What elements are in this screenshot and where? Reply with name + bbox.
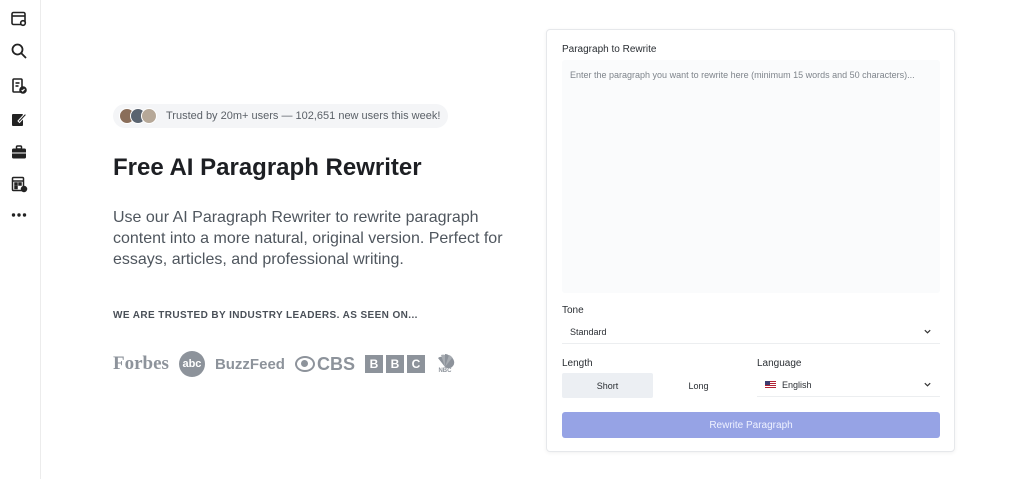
search-zoom-icon[interactable] xyxy=(9,41,29,61)
language-value: English xyxy=(782,379,812,390)
bbc-letter: C xyxy=(406,355,425,373)
browser-window-icon[interactable] xyxy=(9,9,29,29)
rewrite-form-card: Paragraph to Rewrite Tone Standard Lengt… xyxy=(546,29,955,452)
tone-label: Tone xyxy=(562,305,584,316)
trusted-by-heading: WE ARE TRUSTED BY INDUSTRY LEADERS. AS S… xyxy=(113,310,418,321)
tone-select[interactable]: Standard xyxy=(562,320,940,344)
rewrite-paragraph-button[interactable]: Rewrite Paragraph xyxy=(562,412,940,438)
length-long-button[interactable]: Long xyxy=(653,373,744,398)
bbc-letter: B xyxy=(364,355,383,373)
bbc-letter: B xyxy=(385,355,404,373)
press-logos: Forbes abc BuzzFeed CBS B B C NBC xyxy=(113,351,455,377)
chevron-down-icon xyxy=(924,382,931,387)
trust-text: Trusted by 20m+ users — 102,651 new user… xyxy=(166,110,441,122)
trust-badge: Trusted by 20m+ users — 102,651 new user… xyxy=(113,104,449,128)
paragraph-input[interactable] xyxy=(562,60,940,293)
abc-logo: abc xyxy=(178,351,205,377)
nbc-logo-text: NBC xyxy=(438,368,452,374)
forbes-logo: Forbes xyxy=(113,353,169,374)
edit-pen-icon[interactable] xyxy=(9,109,29,129)
cbs-eye-icon xyxy=(294,356,315,372)
paragraph-label: Paragraph to Rewrite xyxy=(562,44,657,55)
language-label: Language xyxy=(757,358,802,369)
cbs-logo: CBS xyxy=(294,353,355,375)
sidebar-rail xyxy=(0,0,41,479)
tone-value: Standard xyxy=(570,326,607,337)
more-dots-icon[interactable] xyxy=(9,205,29,225)
page-description: Use our AI Paragraph Rewriter to rewrite… xyxy=(113,209,503,268)
nbc-peacock-icon xyxy=(437,354,455,368)
bbc-logo: B B C xyxy=(364,355,425,373)
length-short-button[interactable]: Short xyxy=(562,373,653,398)
language-select[interactable]: English xyxy=(757,373,940,397)
buzzfeed-logo: BuzzFeed xyxy=(214,355,285,373)
length-toggle: Short Long xyxy=(562,373,744,398)
user-avatars xyxy=(119,108,157,124)
page-title: Free AI Paragraph Rewriter xyxy=(113,154,422,181)
chevron-down-icon xyxy=(924,329,931,334)
calendar-grid-icon[interactable] xyxy=(9,174,29,194)
avatar xyxy=(141,108,157,124)
document-check-icon[interactable] xyxy=(9,76,29,96)
briefcase-icon[interactable] xyxy=(9,142,29,162)
nbc-logo: NBC xyxy=(435,354,455,374)
length-label: Length xyxy=(562,358,593,369)
cbs-logo-text: CBS xyxy=(316,353,355,374)
us-flag-icon xyxy=(765,380,776,389)
